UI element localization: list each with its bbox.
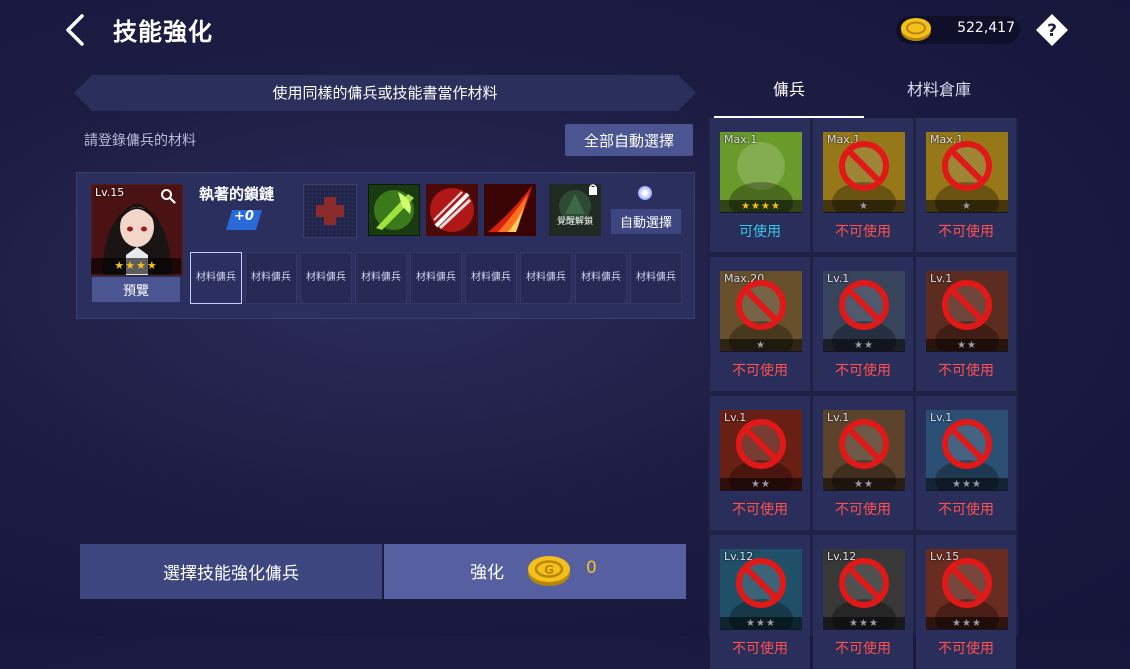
mercenary-stars: ★ — [926, 200, 1008, 213]
mercenary-card[interactable]: Lv.1 ★★ 不可使用 — [710, 396, 810, 530]
mercenary-status: 不可使用 — [835, 224, 891, 240]
mercenary-stars: ★★ — [926, 339, 1008, 352]
prohibited-icon — [834, 136, 894, 196]
mercenary-card[interactable]: Lv.12 ★★★ 不可使用 — [813, 535, 913, 669]
mercenary-status: 不可使用 — [835, 641, 891, 657]
material-slot[interactable]: 材料傭兵 — [630, 252, 682, 304]
mercenary-status: 不可使用 — [938, 363, 994, 379]
material-slot[interactable]: 材料傭兵 — [300, 252, 352, 304]
mercenary-status: 可使用 — [739, 224, 781, 240]
awaken-unlock-label: 覺醒解鎖 — [556, 217, 593, 227]
prohibited-icon — [834, 553, 894, 613]
prohibited-icon — [834, 414, 894, 474]
mercenary-card[interactable]: Lv.1 ★★ 不可使用 — [813, 396, 913, 530]
enhance-label: 強化 — [470, 563, 504, 583]
mercenary-status: 不可使用 — [938, 641, 994, 657]
prohibited-icon — [937, 136, 997, 196]
skill-slot-empty[interactable] — [303, 184, 357, 238]
help-icon[interactable]: ? — [1034, 12, 1070, 48]
mercenary-card[interactable]: Lv.12 ★★★ 不可使用 — [710, 535, 810, 669]
mercenary-status: 不可使用 — [938, 502, 994, 518]
material-slot[interactable]: 材料傭兵 — [190, 252, 242, 304]
mercenary-stars: ★★★ — [823, 617, 905, 630]
prohibited-icon — [937, 553, 997, 613]
enhance-cost: 0 — [586, 558, 597, 578]
register-material-label: 請登錄傭兵的材料 — [84, 133, 196, 149]
mercenary-status: 不可使用 — [732, 502, 788, 518]
tab-material-storage[interactable]: 材料倉庫 — [864, 78, 1014, 116]
mercenary-card[interactable]: Max.1 ★ 不可使用 — [813, 118, 913, 252]
prohibited-icon — [731, 553, 791, 613]
skill-slot-red-spear[interactable] — [426, 184, 478, 236]
mercenary-stars: ★★★ — [926, 478, 1008, 491]
svg-text:G: G — [544, 563, 554, 577]
search-icon[interactable] — [160, 188, 176, 204]
material-slot[interactable]: 材料傭兵 — [575, 252, 627, 304]
material-slot[interactable]: 材料傭兵 — [520, 252, 572, 304]
mercenary-status: 不可使用 — [835, 363, 891, 379]
material-slot[interactable]: 材料傭兵 — [355, 252, 407, 304]
tab-mercenary[interactable]: 傭兵 — [714, 78, 864, 119]
skill-plus-value: +0 — [234, 209, 254, 224]
gold-amount: 522,417 — [957, 20, 1015, 36]
skill-name: 執著的鎖鏈 — [199, 185, 275, 203]
banner-text: 使用同樣的傭兵或技能書當作材料 — [272, 84, 498, 102]
prohibited-icon — [731, 414, 791, 474]
mercenary-stars: ★ — [720, 339, 802, 352]
material-slot[interactable]: 材料傭兵 — [245, 252, 297, 304]
mercenary-stars: ★★★ — [720, 617, 802, 630]
auto-select-all-button[interactable]: 全部自動選擇 — [565, 124, 693, 156]
skill-slot-flame-strike[interactable] — [484, 184, 536, 236]
mercenary-card[interactable]: Max.1 ★★★★ 可使用 — [710, 118, 810, 252]
mercenary-stars: ★★ — [720, 478, 802, 491]
choose-mercenary-button[interactable]: 選擇技能強化傭兵 — [80, 544, 382, 599]
page-title: 技能強化 — [113, 18, 213, 46]
prohibited-icon — [937, 414, 997, 474]
mercenary-card[interactable]: Lv.1 ★★★ 不可使用 — [916, 396, 1016, 530]
mercenary-stars: ★★ — [823, 339, 905, 352]
back-icon[interactable] — [58, 12, 94, 48]
prohibited-icon — [937, 275, 997, 335]
svg-text:?: ? — [1047, 21, 1057, 41]
auto-select-button[interactable]: 自動選擇 — [611, 209, 681, 234]
mercenary-stars: ★★★★ — [720, 200, 802, 213]
material-slot[interactable]: 材料傭兵 — [465, 252, 517, 304]
mercenary-stars: ★ — [823, 200, 905, 213]
mercenary-stars: ★★★ — [926, 617, 1008, 630]
mercenary-card[interactable]: Lv.1 ★★ 不可使用 — [916, 257, 1016, 391]
mercenary-stars: ★★ — [823, 478, 905, 491]
gold-coin-icon — [899, 16, 933, 43]
auto-select-indicator — [638, 186, 652, 200]
instruction-banner: 使用同樣的傭兵或技能書當作材料 — [68, 75, 702, 111]
mercenary-status: 不可使用 — [732, 363, 788, 379]
mercenary-card[interactable]: Max.1 ★ 不可使用 — [916, 118, 1016, 252]
skill-slot-locked: 覺醒解鎖 — [549, 184, 601, 236]
prohibited-icon — [731, 275, 791, 335]
mercenary-card[interactable]: Max.20 ★ 不可使用 — [710, 257, 810, 391]
hero-stars: ★★★★ — [91, 258, 181, 274]
mercenary-status: 不可使用 — [732, 641, 788, 657]
prohibited-icon — [834, 275, 894, 335]
preview-button[interactable]: 預覽 — [92, 277, 180, 302]
mercenary-status: 不可使用 — [835, 502, 891, 518]
mercenary-level: Max.1 — [724, 133, 758, 146]
mercenary-status: 不可使用 — [938, 224, 994, 240]
material-slot[interactable]: 材料傭兵 — [410, 252, 462, 304]
mercenary-card[interactable]: Lv.1 ★★ 不可使用 — [813, 257, 913, 391]
mercenary-card[interactable]: Lv.15 ★★★ 不可使用 — [916, 535, 1016, 669]
skill-slot-green-axe[interactable] — [367, 183, 421, 237]
gold-coin-icon: G — [526, 554, 572, 588]
hero-level: Lv.15 — [95, 186, 125, 199]
